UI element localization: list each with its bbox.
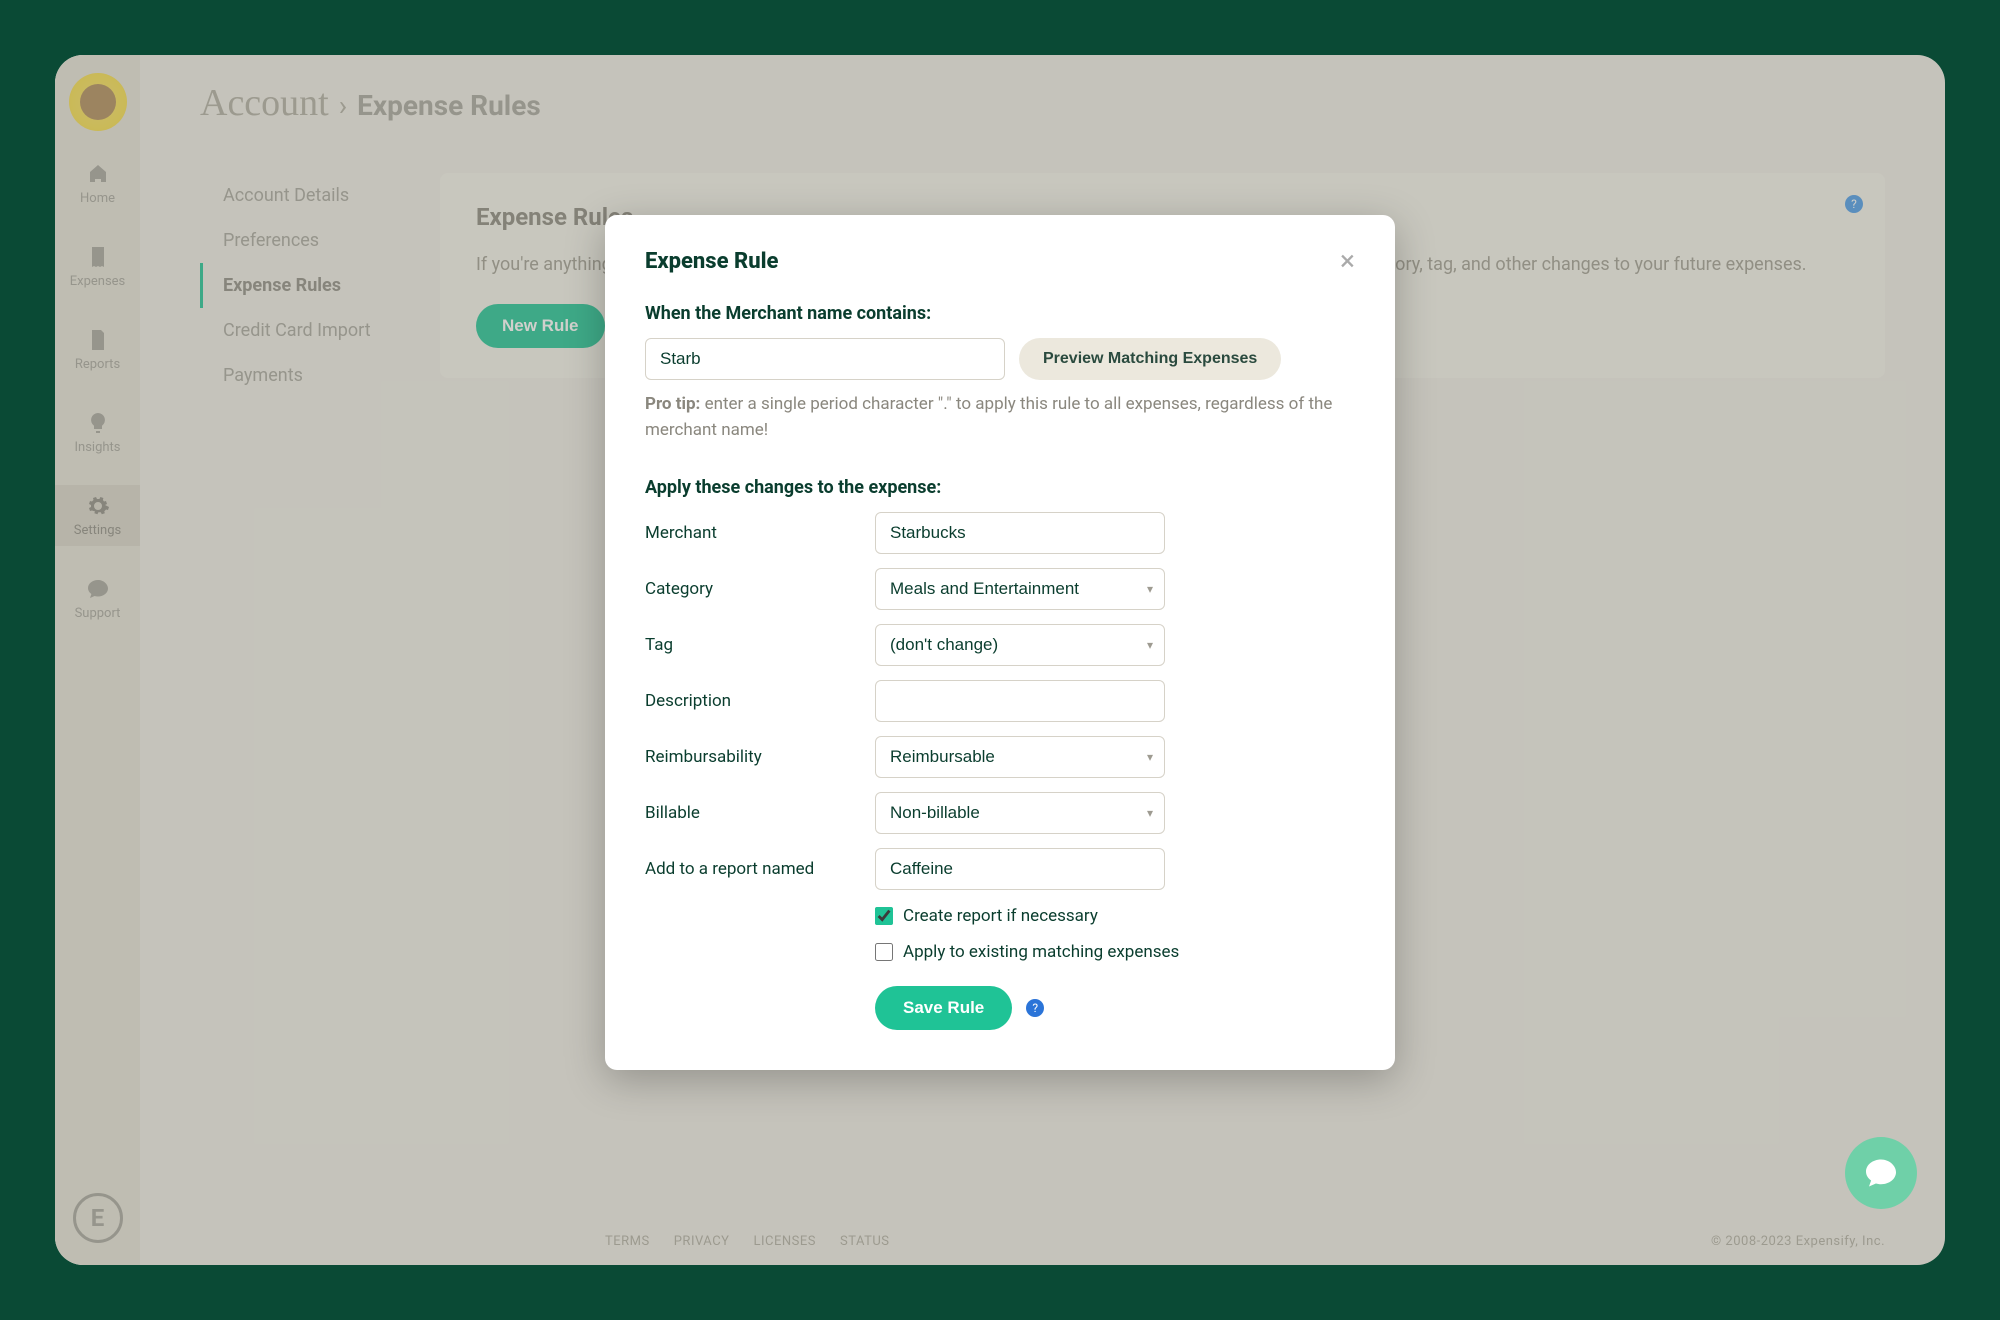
description-label: Description [645, 691, 875, 711]
footer-link-privacy[interactable]: PRIVACY [674, 1234, 730, 1249]
description-input[interactable] [875, 680, 1165, 722]
pro-tip: Pro tip: enter a single period character… [645, 392, 1355, 443]
footer-link-licenses[interactable]: LICENSES [753, 1234, 816, 1249]
pro-tip-prefix: Pro tip: [645, 394, 700, 414]
apply-label: Apply these changes to the expense: [645, 477, 1355, 498]
merchant-input[interactable] [875, 512, 1165, 554]
row-tag: Tag ▾ [645, 624, 1355, 666]
reimbursability-value[interactable] [875, 736, 1165, 778]
nav-label: Settings [74, 523, 121, 538]
save-row: Save Rule ? [875, 986, 1355, 1030]
when-label: When the Merchant name contains: [645, 303, 1355, 324]
footer-copyright: © 2008-2023 Expensify, Inc. [1711, 1234, 1885, 1249]
row-billable: Billable ▾ [645, 792, 1355, 834]
report-input[interactable] [875, 848, 1165, 890]
breadcrumb: Account › Expense Rules [140, 55, 1945, 143]
help-icon[interactable]: ? [1026, 999, 1044, 1017]
reimbursability-label: Reimbursability [645, 747, 875, 767]
nav-label: Reports [75, 357, 120, 372]
avatar[interactable] [69, 73, 127, 131]
footer-links: TERMS PRIVACY LICENSES STATUS [605, 1234, 890, 1249]
subnav-item-account-details[interactable]: Account Details [200, 173, 440, 218]
merchant-label: Merchant [645, 523, 875, 543]
subnav-item-payments[interactable]: Payments [200, 353, 440, 398]
nav-item-home[interactable]: Home [55, 153, 140, 214]
tag-select[interactable]: ▾ [875, 624, 1165, 666]
subnav-item-credit-card-import[interactable]: Credit Card Import [200, 308, 440, 353]
nav-item-insights[interactable]: Insights [55, 402, 140, 463]
sidebar: Home Expenses Reports Insights Settings [55, 55, 140, 1265]
row-apply-existing: Apply to existing matching expenses [875, 942, 1355, 962]
apply-existing-checkbox[interactable] [875, 943, 893, 961]
chat-bubble-icon [1863, 1155, 1899, 1191]
nav-item-reports[interactable]: Reports [55, 319, 140, 380]
breadcrumb-root[interactable]: Account [200, 81, 329, 125]
home-icon [85, 161, 111, 187]
create-report-checkbox[interactable] [875, 907, 893, 925]
tag-value[interactable] [875, 624, 1165, 666]
subnav: Account Details Preferences Expense Rule… [140, 143, 440, 1265]
nav-item-support[interactable]: Support [55, 568, 140, 629]
category-value[interactable] [875, 568, 1165, 610]
modal-header: Expense Rule × [645, 247, 1355, 275]
save-rule-button[interactable]: Save Rule [875, 986, 1012, 1030]
row-description: Description [645, 680, 1355, 722]
help-icon[interactable]: ? [1845, 195, 1863, 213]
breadcrumb-leaf: Expense Rules [357, 89, 541, 122]
match-row: Preview Matching Expenses [645, 338, 1355, 380]
avatar-image [80, 84, 116, 120]
chevron-right-icon: › [339, 89, 347, 122]
billable-select[interactable]: ▾ [875, 792, 1165, 834]
pro-tip-text: enter a single period character "." to a… [645, 394, 1332, 440]
create-report-label: Create report if necessary [903, 906, 1098, 926]
billable-value[interactable] [875, 792, 1165, 834]
nav-item-settings[interactable]: Settings [55, 485, 140, 546]
merchant-match-input[interactable] [645, 338, 1005, 380]
tag-label: Tag [645, 635, 875, 655]
apply-existing-label: Apply to existing matching expenses [903, 942, 1179, 962]
reimbursability-select[interactable]: ▾ [875, 736, 1165, 778]
subnav-item-preferences[interactable]: Preferences [200, 218, 440, 263]
nav-item-expenses[interactable]: Expenses [55, 236, 140, 297]
footer: TERMS PRIVACY LICENSES STATUS © 2008-202… [225, 1217, 1945, 1265]
report-label: Add to a report named [645, 859, 875, 879]
expense-rule-modal: Expense Rule × When the Merchant name co… [605, 215, 1395, 1070]
nav-label: Expenses [70, 274, 126, 289]
category-select[interactable]: ▾ [875, 568, 1165, 610]
gear-icon [85, 493, 111, 519]
chat-bubble-button[interactable] [1845, 1137, 1917, 1209]
close-icon[interactable]: × [1340, 247, 1355, 275]
chat-icon [85, 576, 111, 602]
nav-label: Support [75, 606, 121, 621]
nav-label: Insights [74, 440, 120, 455]
document-icon [85, 327, 111, 353]
billable-label: Billable [645, 803, 875, 823]
row-reimbursability: Reimbursability ▾ [645, 736, 1355, 778]
receipt-icon [85, 244, 111, 270]
bulb-icon [85, 410, 111, 436]
category-label: Category [645, 579, 875, 599]
app-window: Home Expenses Reports Insights Settings [55, 55, 1945, 1265]
row-category: Category ▾ [645, 568, 1355, 610]
footer-link-terms[interactable]: TERMS [605, 1234, 650, 1249]
subnav-item-expense-rules[interactable]: Expense Rules [200, 263, 440, 308]
row-create-report: Create report if necessary [875, 906, 1355, 926]
nav-label: Home [80, 191, 115, 206]
brand-logo-letter: E [91, 1204, 105, 1232]
new-rule-button[interactable]: New Rule [476, 304, 605, 348]
footer-link-status[interactable]: STATUS [840, 1234, 890, 1249]
brand-logo: E [73, 1193, 123, 1243]
row-report: Add to a report named [645, 848, 1355, 890]
preview-matching-button[interactable]: Preview Matching Expenses [1019, 338, 1281, 380]
modal-title: Expense Rule [645, 249, 778, 274]
row-merchant: Merchant [645, 512, 1355, 554]
